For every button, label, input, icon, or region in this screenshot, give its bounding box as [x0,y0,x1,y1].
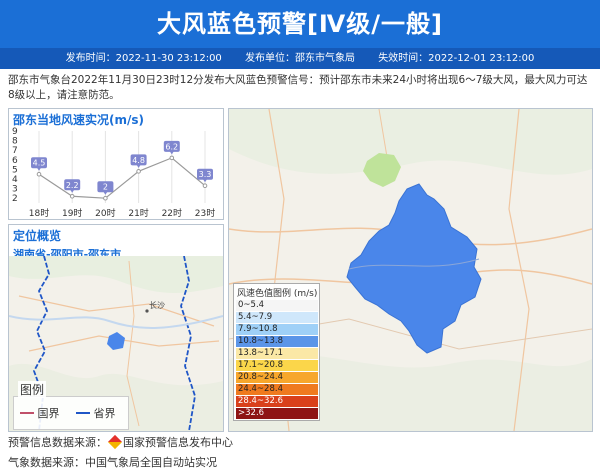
warning-source: 国家预警信息发布中心 [123,436,233,449]
data-label-pointer [169,151,174,155]
data-label-text: 4.5 [33,159,46,168]
y-tick-label: 8 [12,137,18,147]
legend-row: 24.4~28.4 [236,384,318,395]
location-panel: 定位概览 湖南省-邵阳市-邵东市 长沙 图例 国界 省界 [8,224,224,432]
shaodong-warning-area [346,183,482,354]
legend-row: 0~5.4 [236,300,318,311]
data-label-text: 6.2 [165,142,178,151]
legend-row: 17.1~20.8 [236,360,318,371]
wind-speed-line [38,157,206,199]
national-border-line-icon [20,412,34,414]
x-tick-label: 21时 [128,207,148,219]
data-label-pointer [203,179,207,183]
wind-speed-point [69,193,75,199]
x-tick-label: 20时 [95,207,115,219]
y-tick-label: 7 [12,146,18,156]
wind-speed-data-label: 2.2 [64,179,81,193]
publisher: 发布单位：邵东市气象局 [245,53,355,64]
legend-row: 5.4~7.9 [236,312,318,323]
wind-speed-data-label: 4.8 [130,154,147,168]
changsha-label: 长沙 [149,300,165,310]
legend-row: 10.8~13.8 [236,336,318,347]
province-border-line-icon [76,412,90,414]
y-tick-label: 5 [12,165,18,175]
x-tick-label: 23时 [195,207,215,219]
data-label-text: 3.3 [199,170,212,179]
data-label-pointer [70,189,75,193]
warning-description: 邵东市气象台2022年11月30日23时12分发布大风蓝色预警信号：预计邵东市未… [8,74,588,101]
warning-title: 大风蓝色预警[Ⅳ级/一般] [0,0,600,48]
x-tick-label: 18时 [29,207,49,219]
wind-color-legend-title: 风速色值图例 (m/s) [237,289,318,299]
wind-speed-data-label: 2 [97,181,114,195]
overview-legend-title: 图例 [18,381,47,398]
x-tick-label: 22时 [162,207,182,219]
data-label-text: 2.2 [66,181,79,190]
legend-row: 7.9~10.8 [236,324,318,335]
legend-row: 20.8~24.4 [236,372,318,383]
wind-speed-panel: 邵东当地风速实况(m/s) 9 8 7 6 5 4 3 2 4.5 2.2 2 4.8 6.2 3.3 18… [8,108,224,220]
wind-speed-point [36,171,42,177]
expire-time: 失效时间：2022-12-01 23:12:00 [378,53,535,64]
overview-legend: 图例 国界 省界 [13,381,129,430]
data-label-pointer [136,164,141,168]
legend-row: 28.4~32.6 [236,396,318,407]
warning-source-line: 预警信息数据来源： 国家预警信息发布中心 [8,434,233,450]
data-label-text: 2 [103,183,108,192]
x-tick-label: 19时 [62,207,82,219]
legend-row: >32.6 [236,408,318,419]
warning-source-label: 预警信息数据来源： [8,436,107,449]
data-label-pointer [37,167,41,171]
wind-speed-point [136,169,141,174]
wind-speed-point [169,155,175,161]
legend-national-border: 国界 [20,405,60,421]
location-title: 定位概览 [13,229,62,243]
y-tick-label: 2 [12,194,18,204]
wind-speed-data-label: 6.2 [163,140,180,155]
legend-national-border-label: 国界 [37,407,60,420]
data-label-pointer [103,191,108,195]
legend-province-border-label: 省界 [93,407,116,420]
y-tick-label: 9 [12,127,18,137]
y-tick-label: 4 [12,175,18,185]
wind-speed-point [103,195,108,201]
wind-speed-data-label: 4.5 [31,157,47,171]
shaodong-area-small [107,332,125,350]
y-tick-label: 3 [12,185,18,195]
y-tick-label: 6 [12,156,18,166]
wind-speed-point [202,183,208,189]
legend-province-border: 省界 [76,405,116,421]
legend-row: 13.8~17.1 [236,348,318,359]
warning-meta-bar: 发布时间：2022-11-30 23:12:00 发布单位：邵东市气象局 失效时… [0,48,600,69]
publish-time: 发布时间：2022-11-30 23:12:00 [65,53,222,64]
wind-color-legend: 风速色值图例 (m/s) 0~5.4 5.4~7.9 7.9~10.8 10.8~13… [233,283,320,421]
data-label-text: 4.8 [132,156,145,165]
overview-map[interactable]: 长沙 图例 国界 省界 [9,256,223,431]
wind-speed-chart: 987654324.52.2 24.86.23.318时 19时 20时 21时 22时 2… [12,127,215,219]
warning-center-logo-icon [107,434,123,450]
weather-source: 气象数据来源：中国气象局全国自动站实况 [8,456,217,469]
wind-speed-data-label: 3.3 [197,168,213,183]
